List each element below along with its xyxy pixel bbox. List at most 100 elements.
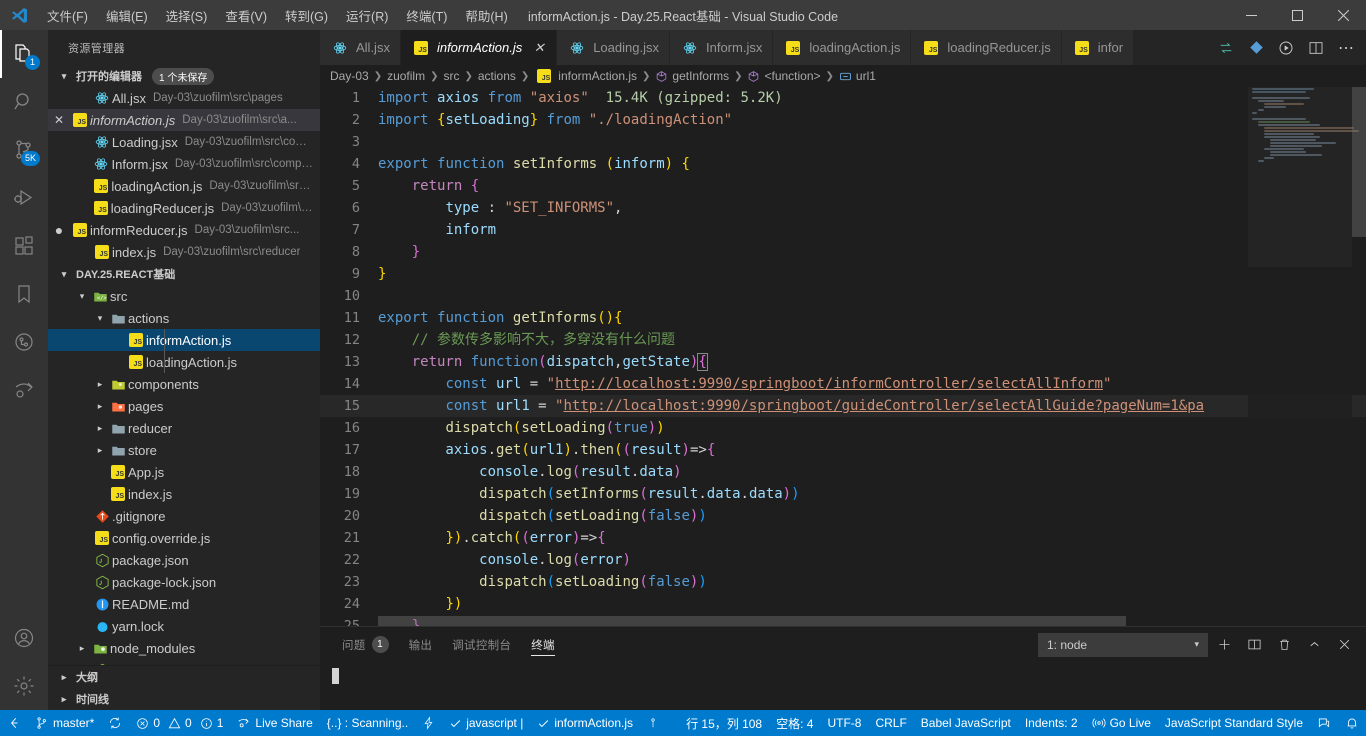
- status-eol[interactable]: CRLF: [868, 710, 913, 736]
- status-lightning[interactable]: [415, 710, 442, 736]
- activity-run-debug[interactable]: [0, 174, 48, 222]
- close-icon[interactable]: ✕: [48, 113, 70, 127]
- tree-item-gitignore[interactable]: .gitignore: [48, 505, 320, 527]
- activity-settings[interactable]: [0, 662, 48, 710]
- status-scanning[interactable]: {..} : Scanning..: [320, 710, 415, 736]
- open-editor-item[interactable]: Inform.jsx Day-03\zuofilm\src\compo...: [48, 153, 320, 175]
- status-live-share[interactable]: Live Share: [230, 710, 319, 736]
- terminal-output[interactable]: [320, 662, 1366, 710]
- code-editor[interactable]: 1 import axios from "axios" 15.4K (gzippe…: [320, 87, 1366, 626]
- open-editor-item[interactable]: All.jsx Day-03\zuofilm\src\pages: [48, 87, 320, 109]
- breadcrumb-item[interactable]: src: [443, 69, 459, 83]
- tree-item-configoverride[interactable]: JS config.override.js: [48, 527, 320, 549]
- tree-item-pages[interactable]: ▸ pages: [48, 395, 320, 417]
- tab-informaction-js[interactable]: JS informAction.js ✕: [400, 30, 558, 65]
- status-eslint-file[interactable]: informAction.js: [530, 710, 640, 736]
- panel-tab-terminal[interactable]: 终端: [521, 627, 565, 662]
- status-bracket-pair[interactable]: [640, 710, 666, 736]
- status-code-style[interactable]: JavaScript Standard Style: [1158, 710, 1310, 736]
- kill-terminal-icon[interactable]: [1270, 632, 1298, 658]
- breadcrumb-item[interactable]: zuofilm: [387, 69, 425, 83]
- new-terminal-icon[interactable]: [1210, 632, 1238, 658]
- open-editors-header[interactable]: ▾ 打开的编辑器 1 个未保存: [48, 65, 320, 87]
- editor-vertical-scrollbar[interactable]: [1352, 87, 1366, 626]
- status-language-mode[interactable]: Babel JavaScript: [914, 710, 1018, 736]
- activity-explorer[interactable]: 1: [0, 30, 48, 78]
- tab-all-jsx[interactable]: All.jsx: [320, 30, 401, 65]
- status-go-live[interactable]: Go Live: [1085, 710, 1158, 736]
- maximize-panel-icon[interactable]: [1300, 632, 1328, 658]
- status-remote[interactable]: [0, 710, 28, 736]
- status-problems[interactable]: 0 0 1: [129, 710, 230, 736]
- status-feedback[interactable]: [1310, 710, 1338, 736]
- chevron-down-icon[interactable]: ▾: [92, 313, 108, 324]
- tree-item-readme[interactable]: README.md: [48, 593, 320, 615]
- tab-loadingreducer-js[interactable]: JS loadingReducer.js: [911, 30, 1062, 65]
- run-code-icon[interactable]: [1242, 30, 1270, 65]
- panel-tab-problems[interactable]: 问题 1: [332, 627, 399, 662]
- terminal-select[interactable]: 1: node ▾: [1038, 632, 1208, 657]
- tab-loadingaction-js[interactable]: JS loadingAction.js: [773, 30, 912, 65]
- tree-item-actions[interactable]: ▾ actions: [48, 307, 320, 329]
- tree-item-store[interactable]: ▸ store: [48, 439, 320, 461]
- activity-search[interactable]: [0, 78, 48, 126]
- timeline-section-header[interactable]: ▸ 时间线: [48, 688, 320, 710]
- tree-item-components[interactable]: ▸ components: [48, 373, 320, 395]
- open-editor-item[interactable]: JS index.js Day-03\zuofilm\src\reducer: [48, 241, 320, 263]
- status-sync[interactable]: [101, 710, 129, 736]
- activity-git-graph[interactable]: [0, 318, 48, 366]
- tree-item-nodemodules[interactable]: ▸ node_modules: [48, 637, 320, 659]
- open-changes-icon[interactable]: [1212, 30, 1240, 65]
- editor-horizontal-scrollbar[interactable]: [378, 616, 1248, 626]
- tree-item-src[interactable]: ▾ </> src: [48, 285, 320, 307]
- status-notifications[interactable]: [1338, 710, 1366, 736]
- minimize-button[interactable]: [1228, 0, 1274, 30]
- tree-item-yarnlock[interactable]: yarn.lock: [48, 615, 320, 637]
- breadcrumb-item-symbol[interactable]: <function>: [747, 69, 821, 83]
- tab-inform-jsx[interactable]: Inform.jsx: [669, 30, 774, 65]
- status-indentation[interactable]: 空格: 4: [769, 710, 820, 736]
- open-editor-item-active[interactable]: ✕ JS informAction.js Day-03\zuofilm\src\…: [48, 109, 320, 131]
- open-editor-item[interactable]: Loading.jsx Day-03\zuofilm\src\com...: [48, 131, 320, 153]
- panel-tab-debug-console[interactable]: 调试控制台: [442, 627, 521, 662]
- outline-section-header[interactable]: ▸ 大纲: [48, 666, 320, 688]
- panel-tab-output[interactable]: 输出: [399, 627, 443, 662]
- more-actions-icon[interactable]: ⋯: [1332, 30, 1360, 65]
- open-editor-item[interactable]: JS loadingAction.js Day-03\zuofilm\src\.…: [48, 175, 320, 197]
- tree-item-appjs[interactable]: JS App.js: [48, 461, 320, 483]
- chevron-down-icon[interactable]: ▾: [74, 291, 90, 302]
- split-editor-icon[interactable]: [1302, 30, 1330, 65]
- menu-view[interactable]: 查看(V): [216, 0, 276, 30]
- menu-help[interactable]: 帮助(H): [456, 0, 516, 30]
- chevron-right-icon[interactable]: ▸: [92, 445, 108, 456]
- tab-informreducer-js[interactable]: JS infor: [1061, 30, 1135, 65]
- activity-extensions[interactable]: [0, 222, 48, 270]
- menu-edit[interactable]: 编辑(E): [97, 0, 157, 30]
- breadcrumb-item[interactable]: actions: [478, 69, 516, 83]
- chevron-right-icon[interactable]: ▸: [74, 643, 90, 654]
- activity-bookmarks[interactable]: [0, 270, 48, 318]
- menu-file[interactable]: 文件(F): [38, 0, 97, 30]
- chevron-right-icon[interactable]: ▸: [92, 379, 108, 390]
- split-terminal-icon[interactable]: [1240, 632, 1268, 658]
- menu-selection[interactable]: 选择(S): [157, 0, 217, 30]
- breadcrumb-item[interactable]: Day-03: [330, 69, 369, 83]
- breadcrumb-item-symbol[interactable]: getInforms: [655, 69, 729, 83]
- menu-go[interactable]: 转到(G): [276, 0, 337, 30]
- status-cursor-position[interactable]: 行 15，列 108: [679, 710, 769, 736]
- maximize-button[interactable]: [1274, 0, 1320, 30]
- tab-loading-jsx[interactable]: Loading.jsx: [557, 30, 670, 65]
- project-header[interactable]: ▾ DAY.25.REACT基础: [48, 263, 320, 285]
- menu-terminal[interactable]: 终端(T): [397, 0, 456, 30]
- close-panel-icon[interactable]: [1330, 632, 1358, 658]
- scrollbar-thumb[interactable]: [378, 616, 1127, 626]
- activity-accounts[interactable]: [0, 614, 48, 662]
- status-indents[interactable]: Indents: 2: [1018, 710, 1085, 736]
- breadcrumb-item-file[interactable]: JS informAction.js: [534, 69, 637, 83]
- open-editor-item[interactable]: JS loadingReducer.js Day-03\zuofilm\sr..…: [48, 197, 320, 219]
- tree-item-packagelockjson-root[interactable]: package-lock.json: [48, 659, 320, 665]
- scrollbar-thumb[interactable]: [1352, 87, 1366, 237]
- tree-item-packagelockjson[interactable]: package-lock.json: [48, 571, 320, 593]
- close-icon[interactable]: ✕: [532, 40, 546, 56]
- tree-item-loadingaction[interactable]: JS loadingAction.js: [48, 351, 320, 373]
